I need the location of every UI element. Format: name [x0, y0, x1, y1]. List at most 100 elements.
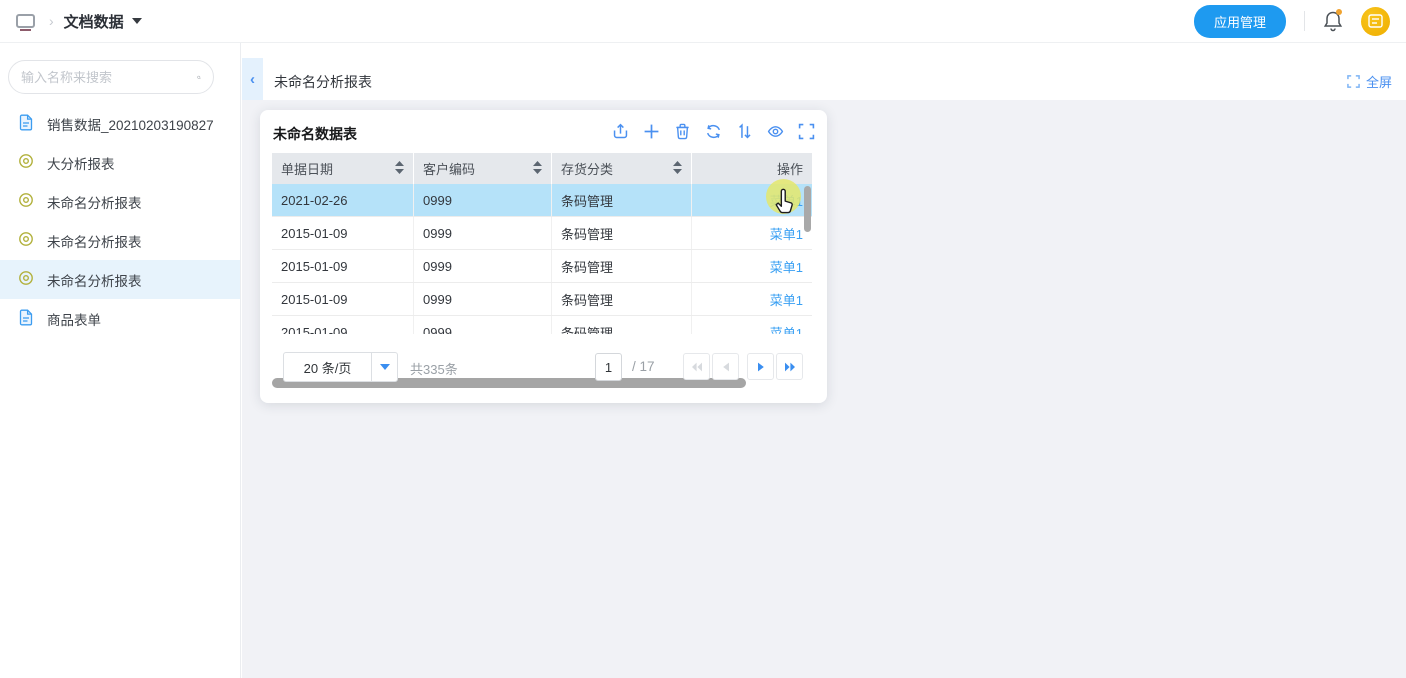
column-label: 操作 [777, 159, 803, 178]
table-body: 2021-02-260999条码管理菜单12015-01-090999条码管理菜… [272, 184, 812, 334]
card-title: 未命名数据表 [273, 124, 357, 144]
home-monitor-icon[interactable] [16, 14, 35, 28]
prev-page-button[interactable] [712, 353, 739, 380]
card-toolbar [612, 123, 815, 140]
page-fullscreen-button[interactable]: 全屏 [1347, 72, 1392, 91]
top-bar: › 文档数据 应用管理 [0, 0, 1406, 43]
topbar-right-group: 应用管理 [1194, 5, 1390, 38]
table-row-1[interactable]: 2015-01-090999条码管理菜单1 [272, 217, 812, 250]
sort-icon[interactable] [736, 123, 753, 140]
search-icon[interactable] [197, 69, 201, 86]
page-title: 未命名分析报表 [274, 72, 372, 92]
breadcrumb[interactable]: 文档数据 [64, 11, 124, 32]
column-header-0[interactable]: 单据日期 [272, 153, 414, 184]
row-action-link[interactable]: 菜单1 [692, 217, 812, 249]
notification-bell-icon[interactable] [1323, 10, 1343, 32]
app-root: { "topbar": { "breadcrumb": "文档数据", "app… [0, 0, 1406, 678]
cell-date: 2015-01-09 [272, 316, 414, 334]
sidebar: 销售数据_20210203190827 大分析报表未命名分析报表未命名分析报表未命… [0, 43, 241, 678]
add-icon[interactable] [643, 123, 660, 140]
breadcrumb-chevron-icon: › [49, 13, 54, 29]
search-input[interactable] [21, 70, 197, 85]
column-sort-icon[interactable] [395, 161, 404, 177]
hand-cursor-icon [772, 188, 798, 216]
table-row-0[interactable]: 2021-02-260999条码管理菜单1 [272, 184, 812, 217]
column-header-3[interactable]: 操作 [692, 153, 812, 184]
column-label: 存货分类 [561, 159, 613, 178]
last-page-button[interactable] [776, 353, 803, 380]
column-header-2[interactable]: 存货分类 [552, 153, 692, 184]
cell-customer: 0999 [414, 283, 552, 315]
cell-category: 条码管理 [552, 184, 692, 216]
notification-dot [1336, 9, 1342, 15]
page-size-select[interactable]: 20 条/页 [283, 352, 398, 382]
sidebar-item-2[interactable]: 未命名分析报表 [0, 182, 240, 221]
cell-date: 2021-02-26 [272, 184, 414, 216]
column-sort-icon[interactable] [673, 161, 682, 177]
sidebar-item-label: 大分析报表 [47, 153, 115, 173]
sidebar-item-3[interactable]: 未命名分析报表 [0, 221, 240, 260]
cell-date: 2015-01-09 [272, 283, 414, 315]
cell-customer: 0999 [414, 217, 552, 249]
table-row-2[interactable]: 2015-01-090999条码管理菜单1 [272, 250, 812, 283]
back-button[interactable]: ‹ [242, 58, 263, 100]
page-count-label: / 17 [632, 359, 655, 374]
fullscreen-label: 全屏 [1366, 72, 1392, 91]
table-header-row: 单据日期 客户编码 存货分类 操作 [272, 153, 812, 184]
fullscreen-corners-icon [1347, 75, 1360, 88]
row-action-link[interactable]: 菜单1 [692, 316, 812, 334]
sidebar-item-label: 未命名分析报表 [47, 270, 142, 290]
cell-category: 条码管理 [552, 283, 692, 315]
vertical-scrollbar[interactable] [804, 186, 811, 232]
data-table-card: 未命名数据表 [260, 110, 827, 403]
export-icon[interactable] [612, 123, 629, 140]
cell-category: 条码管理 [552, 250, 692, 282]
topbar-divider [1304, 11, 1305, 31]
row-action-link[interactable]: 菜单1 [692, 283, 812, 315]
fullscreen-icon[interactable] [798, 123, 815, 140]
pagination-bar: 20 条/页 共335条 / 17 [260, 352, 827, 382]
sidebar-item-5[interactable]: 商品表单 [0, 299, 240, 338]
cell-category: 条码管理 [552, 217, 692, 249]
page-number-input[interactable] [595, 353, 622, 381]
user-avatar[interactable] [1361, 7, 1390, 36]
cell-customer: 0999 [414, 250, 552, 282]
document-icon [18, 114, 34, 134]
column-label: 单据日期 [281, 159, 333, 178]
cell-date: 2015-01-09 [272, 217, 414, 249]
cell-category: 条码管理 [552, 316, 692, 334]
row-action-link[interactable]: 菜单1 [692, 250, 812, 282]
total-count-label: 共335条 [410, 359, 458, 378]
cell-customer: 0999 [414, 316, 552, 334]
page-size-caret-icon[interactable] [371, 353, 397, 381]
delete-icon[interactable] [674, 123, 691, 140]
column-label: 客户编码 [423, 159, 475, 178]
sidebar-list: 销售数据_20210203190827 大分析报表未命名分析报表未命名分析报表未命… [0, 104, 240, 338]
refresh-icon[interactable] [705, 123, 722, 140]
table-row-4[interactable]: 2015-01-090999条码管理菜单1 [272, 316, 812, 334]
column-header-1[interactable]: 客户编码 [414, 153, 552, 184]
page-size-value: 20 条/页 [284, 353, 371, 381]
table-row-3[interactable]: 2015-01-090999条码管理菜单1 [272, 283, 812, 316]
next-page-button[interactable] [747, 353, 774, 380]
analysis-report-icon [18, 231, 34, 250]
sidebar-item-0[interactable]: 销售数据_20210203190827 [0, 104, 240, 143]
data-table: 单据日期客户编码存货分类操作 2021-02-260999条码管理菜单12015… [272, 153, 812, 334]
sidebar-item-label: 未命名分析报表 [47, 192, 142, 212]
app-manage-button[interactable]: 应用管理 [1194, 5, 1286, 38]
column-sort-icon[interactable] [533, 161, 542, 177]
preview-eye-icon[interactable] [767, 123, 784, 140]
first-page-button[interactable] [683, 353, 710, 380]
breadcrumb-caret-icon[interactable] [132, 18, 142, 24]
sidebar-item-1[interactable]: 大分析报表 [0, 143, 240, 182]
sidebar-item-label: 商品表单 [47, 309, 101, 329]
analysis-report-icon [18, 192, 34, 211]
cell-date: 2015-01-09 [272, 250, 414, 282]
cell-customer: 0999 [414, 184, 552, 216]
sidebar-item-label: 未命名分析报表 [47, 231, 142, 251]
page-header: ‹ 未命名分析报表 全屏 [242, 43, 1406, 100]
sidebar-item-label: 销售数据_20210203190827 [47, 114, 214, 134]
document-icon [18, 309, 34, 329]
analysis-report-icon [18, 270, 34, 289]
sidebar-item-4[interactable]: 未命名分析报表 [0, 260, 240, 299]
